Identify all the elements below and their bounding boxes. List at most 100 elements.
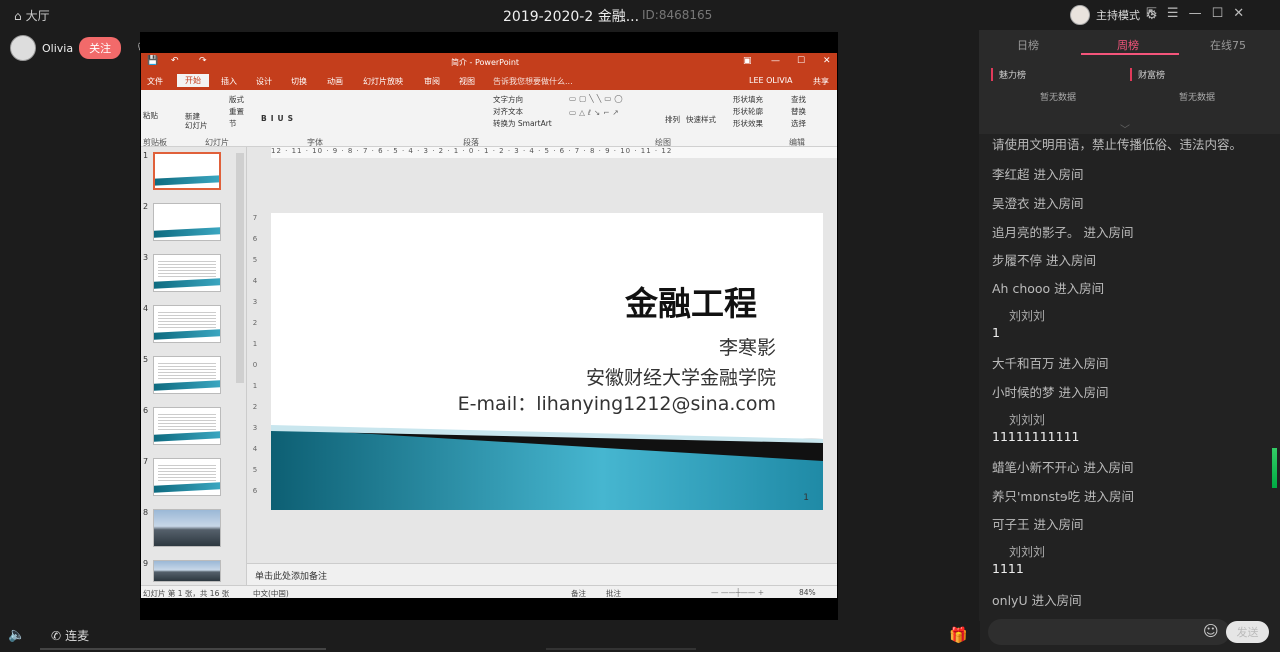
slide-thumbnail[interactable] bbox=[153, 254, 221, 292]
quick-styles-button[interactable]: 快速样式 bbox=[686, 114, 716, 125]
tab-transitions[interactable]: 切换 bbox=[291, 76, 307, 87]
ppt-minimize-icon[interactable]: — bbox=[771, 56, 780, 66]
account-name[interactable]: LEE OLIVIA bbox=[749, 76, 793, 85]
home-icon: ⌂ bbox=[14, 8, 22, 23]
minimize-icon[interactable]: — bbox=[1189, 6, 1202, 21]
paste-button[interactable]: 粘贴 bbox=[143, 110, 158, 121]
tab-review[interactable]: 审阅 bbox=[424, 76, 440, 87]
gift-icon[interactable]: 🎁 bbox=[949, 626, 968, 644]
tab-online[interactable]: 在线75 bbox=[1210, 37, 1246, 53]
chat-system-message: 养只'mɒnstɘ吃 进入房间 bbox=[992, 489, 1135, 504]
thumbnail-scrollbar[interactable] bbox=[236, 153, 244, 383]
tab-file[interactable]: 文件 bbox=[147, 76, 163, 87]
zoom-level[interactable]: 84% bbox=[799, 588, 816, 597]
active-tab-indicator bbox=[1081, 53, 1179, 55]
slide-school: 安徽财经大学金融学院 bbox=[585, 367, 776, 389]
window-controls: ⇱ ☰ — ☐ ✕ bbox=[1146, 6, 1244, 21]
shape-fill-button[interactable]: 形状填充 bbox=[733, 94, 763, 105]
reset-button[interactable]: 重置 bbox=[229, 106, 244, 117]
select-button[interactable]: 选择 bbox=[791, 118, 806, 129]
connect-mic-label: 连麦 bbox=[65, 629, 90, 643]
tab-insert[interactable]: 插入 bbox=[221, 76, 237, 87]
notes-pane[interactable]: 单击此处添加备注 bbox=[247, 563, 837, 585]
close-icon[interactable]: ✕ bbox=[1233, 6, 1244, 21]
send-button[interactable]: 发送 bbox=[1226, 621, 1269, 643]
chat-system-message: 大千和百万 进入房间 bbox=[992, 356, 1109, 371]
slide-canvas[interactable]: 金融工程 李寒影 安徽财经大学金融学院 E-mail：lihanying1212… bbox=[271, 213, 823, 510]
ribbon-display-icon[interactable]: ▣ bbox=[743, 56, 752, 66]
slide-thumbnail[interactable] bbox=[153, 356, 221, 394]
language-indicator[interactable]: 中文(中国) bbox=[253, 588, 289, 598]
maximize-icon[interactable]: ☐ bbox=[1212, 6, 1224, 21]
slide-thumbnail[interactable] bbox=[153, 407, 221, 445]
thumb-number: 8 bbox=[143, 508, 149, 517]
tab-slideshow[interactable]: 幻灯片放映 bbox=[363, 76, 403, 87]
tab-home[interactable]: 开始 bbox=[177, 74, 209, 87]
chat-system-message: 蜡笔小新不开心 进入房间 bbox=[992, 460, 1134, 475]
thumb-number: 6 bbox=[143, 406, 149, 415]
ppt-maximize-icon[interactable]: ☐ bbox=[797, 56, 805, 66]
emoji-icon[interactable]: ☺ bbox=[1203, 622, 1219, 640]
chat-message: 1 bbox=[992, 325, 1000, 340]
smartart-button[interactable]: 转换为 SmartArt bbox=[493, 118, 552, 129]
slide-thumbnail[interactable] bbox=[153, 509, 221, 547]
tab-daily-rank[interactable]: 日榜 bbox=[1017, 37, 1039, 53]
slide-thumbnail[interactable] bbox=[153, 305, 221, 343]
side-panel: 日榜 周榜 在线75 魅力榜 财富榜 暂无数据 暂无数据 ﹀ 请使用文明用语，禁… bbox=[979, 30, 1280, 652]
comments-toggle[interactable]: 批注 bbox=[606, 588, 621, 598]
thumb-number: 4 bbox=[143, 304, 149, 313]
redo-icon[interactable]: ↷ bbox=[199, 56, 207, 66]
slide-title: 金融工程 bbox=[625, 284, 757, 323]
hall-button[interactable]: ⌂ 大厅 bbox=[14, 7, 50, 24]
undo-icon[interactable]: ↶ bbox=[171, 56, 179, 66]
new-slide-button[interactable]: 新建 幻灯片 bbox=[185, 112, 208, 130]
menu-icon[interactable]: ☰ bbox=[1167, 6, 1179, 21]
section-button[interactable]: 节 bbox=[229, 118, 237, 129]
tab-view[interactable]: 视图 bbox=[459, 76, 475, 87]
follow-button[interactable]: 关注 bbox=[79, 37, 122, 59]
shape-effects-button[interactable]: 形状效果 bbox=[733, 118, 763, 129]
host-mode[interactable]: 主持模式 ⚙ bbox=[1070, 5, 1158, 25]
slide-count: 幻灯片 第 1 张，共 16 张 bbox=[143, 589, 230, 598]
tab-weekly-rank[interactable]: 周榜 bbox=[1117, 37, 1139, 53]
notes-toggle[interactable]: 备注 bbox=[571, 588, 586, 598]
find-button[interactable]: 查找 bbox=[791, 94, 806, 105]
layout-button[interactable]: 版式 bbox=[229, 94, 244, 105]
arrange-button[interactable]: 排列 bbox=[665, 114, 680, 125]
thumb-number: 5 bbox=[143, 355, 149, 364]
tell-me-box[interactable]: 告诉我您想要做什么... bbox=[493, 76, 573, 87]
replace-button[interactable]: 替换 bbox=[791, 106, 806, 117]
speaker-icon[interactable]: 🔈 bbox=[8, 627, 25, 643]
slide-thumbnail[interactable] bbox=[153, 560, 221, 582]
wealth-rank-label: 财富榜 bbox=[1130, 68, 1165, 81]
share-button[interactable]: 共享 bbox=[813, 76, 829, 87]
popout-icon[interactable]: ⇱ bbox=[1146, 6, 1157, 21]
ppt-close-icon[interactable]: ✕ bbox=[823, 56, 831, 66]
text-direction-button[interactable]: 文字方向 bbox=[493, 94, 523, 105]
chat-input[interactable] bbox=[988, 619, 1230, 645]
font-format-buttons[interactable]: BIUS bbox=[261, 114, 297, 123]
slide-thumbnail[interactable] bbox=[153, 458, 221, 496]
chat-sender: 刘刘刘 bbox=[1009, 413, 1046, 427]
align-text-button[interactable]: 对齐文本 bbox=[493, 106, 523, 117]
host-avatar[interactable] bbox=[10, 35, 36, 61]
slide-thumbnail[interactable] bbox=[153, 203, 221, 241]
connect-mic-button[interactable]: ✆ 连麦 bbox=[51, 627, 89, 644]
chat-system-message: 步履不停 进入房间 bbox=[992, 253, 1096, 268]
save-icon[interactable]: 💾 bbox=[147, 56, 158, 66]
shapes-gallery[interactable]: ▭▢╲╲▭◯ bbox=[569, 94, 626, 103]
user-avatar[interactable] bbox=[1070, 5, 1090, 25]
zoom-slider[interactable]: — ——┼—— + bbox=[711, 588, 764, 597]
charm-rank-label: 魅力榜 bbox=[991, 68, 1026, 81]
tab-design[interactable]: 设计 bbox=[256, 76, 272, 87]
powerpoint-window: 💾 ↶ ↷ 简介 - PowerPoint ▣ — ☐ ✕ 文件 开始 插入 设… bbox=[141, 53, 837, 598]
wealth-empty: 暂无数据 bbox=[1179, 93, 1216, 103]
shape-outline-button[interactable]: 形状轮廓 bbox=[733, 106, 763, 117]
chat-system-message: Ah chooo 进入房间 bbox=[992, 281, 1105, 296]
ppt-window-title: 简介 - PowerPoint bbox=[451, 58, 520, 67]
thumb-number: 7 bbox=[143, 457, 149, 466]
slide-thumbnail[interactable] bbox=[153, 152, 221, 190]
tab-animations[interactable]: 动画 bbox=[327, 76, 343, 87]
room-id: ID:8468165 bbox=[642, 8, 713, 22]
shapes-gallery-row2[interactable]: ▭△ℓ↘⌐↗ bbox=[569, 108, 622, 117]
